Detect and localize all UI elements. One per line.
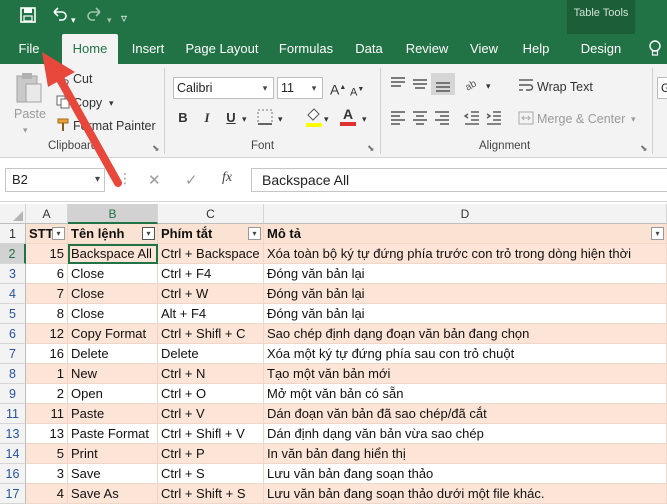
annotation-arrow — [42, 52, 122, 187]
